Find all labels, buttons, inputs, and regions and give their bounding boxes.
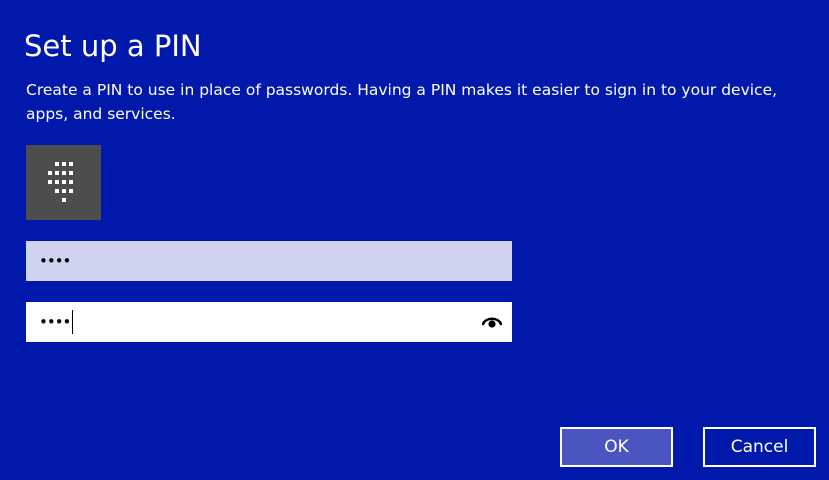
- new-pin-masked-value: ••••: [39, 252, 71, 270]
- keypad-icon: [48, 162, 73, 202]
- confirm-pin-masked-value: ••••: [39, 302, 74, 342]
- new-pin-field[interactable]: ••••: [26, 241, 512, 281]
- confirm-pin-field[interactable]: ••••: [26, 302, 512, 342]
- eye-icon[interactable]: [481, 314, 503, 330]
- text-caret: [72, 309, 74, 334]
- keypad-tile: [26, 145, 101, 220]
- cancel-button[interactable]: Cancel: [703, 427, 816, 467]
- dialog-description: Create a PIN to use in place of password…: [26, 81, 778, 123]
- dialog-title: Set up a PIN: [24, 29, 202, 63]
- ok-button[interactable]: OK: [560, 427, 673, 467]
